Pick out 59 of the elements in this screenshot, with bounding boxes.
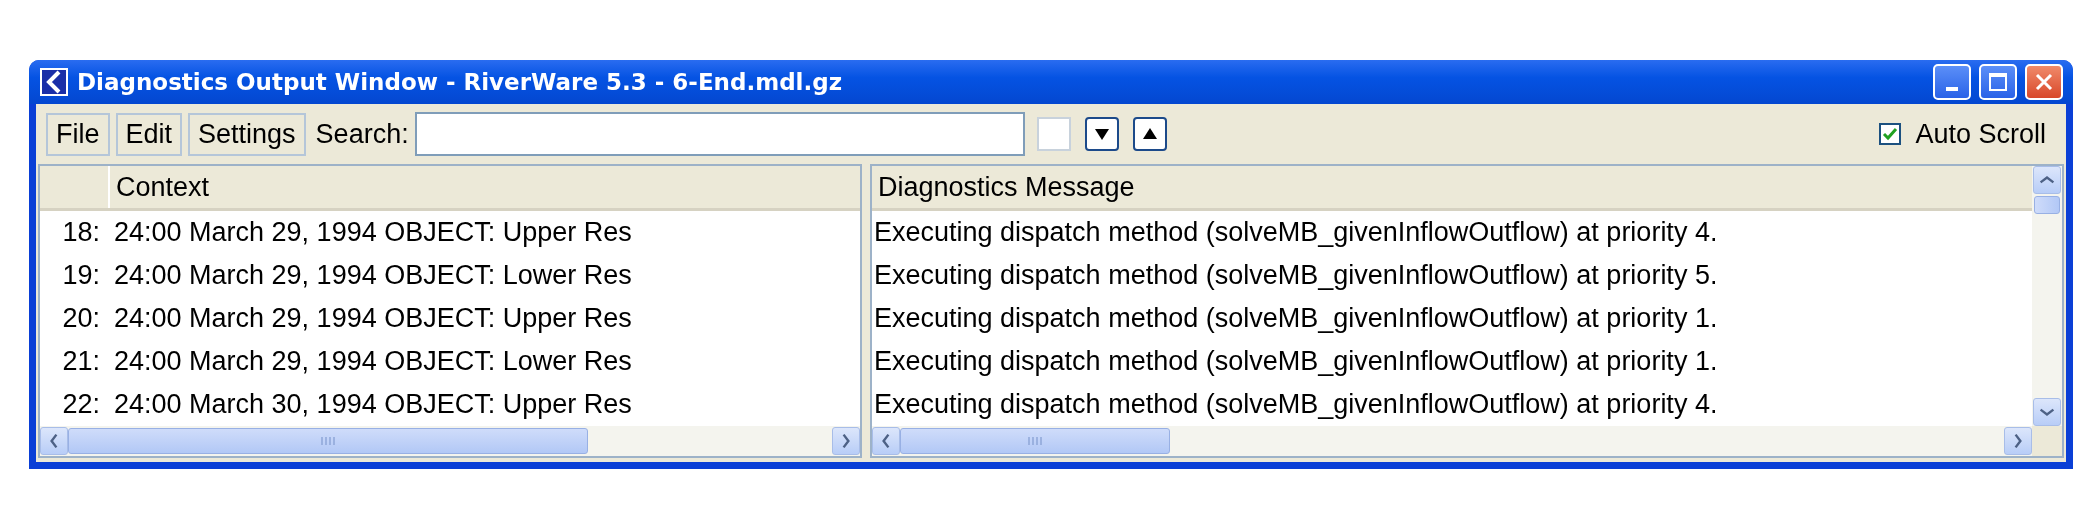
app-logo-icon <box>39 67 69 97</box>
scroll-left-button[interactable] <box>40 427 68 455</box>
message-cell-text: Executing dispatch method (solveMB_givenInflowOutflow) at priority 5. <box>873 260 1718 291</box>
menu-button[interactable]: File <box>46 112 110 156</box>
search-label: Search: <box>315 118 409 150</box>
scroll-thumb[interactable] <box>900 428 1170 454</box>
close-button[interactable] <box>2025 64 2063 100</box>
minimize-icon <box>1946 87 1958 91</box>
scroll-down-button[interactable] <box>2033 398 2061 426</box>
maximize-button[interactable] <box>1979 64 2017 100</box>
triangle-down-icon <box>1093 127 1110 141</box>
line-number: 20: <box>61 303 101 334</box>
message-cell-text: Executing dispatch method (solveMB_givenInflowOutflow) at priority 1. <box>873 303 1718 334</box>
scroll-right-button[interactable] <box>2004 427 2032 455</box>
context-cell: 24:00 March 29, 1994 OBJECT: Upper Res <box>114 303 632 334</box>
window-title: Diagnostics Output Window - RiverWare 5.3 - 6-End.mdl.gz <box>77 69 844 95</box>
horizontal-scrollbar[interactable] <box>872 426 2032 456</box>
column-header[interactable]: Context <box>110 171 210 203</box>
maximize-icon <box>1988 72 2008 92</box>
menu-button[interactable]: Settings <box>188 112 306 156</box>
line-number: 22: <box>61 389 101 420</box>
scrollbar-corner <box>2032 426 2062 456</box>
close-icon <box>2034 72 2054 92</box>
chevron-right-icon <box>842 433 850 449</box>
minimize-button[interactable] <box>1933 64 1971 100</box>
scroll-left-button[interactable] <box>872 427 900 455</box>
chevron-right-icon <box>2014 433 2022 449</box>
find-previous-button[interactable] <box>1132 117 1167 151</box>
menu-button[interactable]: Edit <box>115 112 183 156</box>
auto-scroll-checkbox[interactable] <box>1879 123 1902 145</box>
chevron-down-icon <box>2039 408 2055 416</box>
triangle-up-icon <box>1141 127 1158 141</box>
chevron-up-icon <box>2039 176 2055 184</box>
search-field[interactable] <box>414 112 1025 156</box>
auto-scroll-label: Auto Scroll <box>1915 118 2046 150</box>
column-header[interactable]: Diagnostics Message <box>872 171 1135 203</box>
grip-icon <box>1027 436 1043 446</box>
search-option-checkbox[interactable] <box>1036 117 1071 151</box>
message-cell-text: Executing dispatch method (solveMB_givenInflowOutflow) at priority 1. <box>873 346 1718 377</box>
scroll-up-button[interactable] <box>2033 166 2061 194</box>
message-cell-text: Executing dispatch method (solveMB_givenInflowOutflow) at priority 4. <box>873 389 1718 420</box>
scroll-thumb[interactable] <box>2034 196 2060 214</box>
find-next-button[interactable] <box>1084 117 1119 151</box>
line-number: 19: <box>61 260 101 291</box>
vertical-scrollbar[interactable] <box>2032 166 2062 426</box>
context-cell: 24:00 March 29, 1994 OBJECT: Upper Res <box>114 217 632 248</box>
context-cell: 24:00 March 29, 1994 OBJECT: Lower Res <box>114 260 632 291</box>
chevron-left-icon <box>882 433 890 449</box>
line-number: 18: <box>61 217 101 248</box>
context-cell: 24:00 March 29, 1994 OBJECT: Lower Res <box>114 346 632 377</box>
chevron-left-icon <box>50 433 58 449</box>
context-cell: 24:00 March 30, 1994 OBJECT: Upper Res <box>114 389 632 420</box>
message-cell-text: Executing dispatch method (solveMB_givenInflowOutflow) at priority 4. <box>873 217 1718 248</box>
scroll-thumb[interactable] <box>68 428 588 454</box>
grip-icon <box>320 436 336 446</box>
horizontal-scrollbar[interactable] <box>40 426 860 456</box>
checkmark-icon <box>1882 126 1899 142</box>
line-number: 21: <box>61 346 101 377</box>
scroll-right-button[interactable] <box>832 427 860 455</box>
